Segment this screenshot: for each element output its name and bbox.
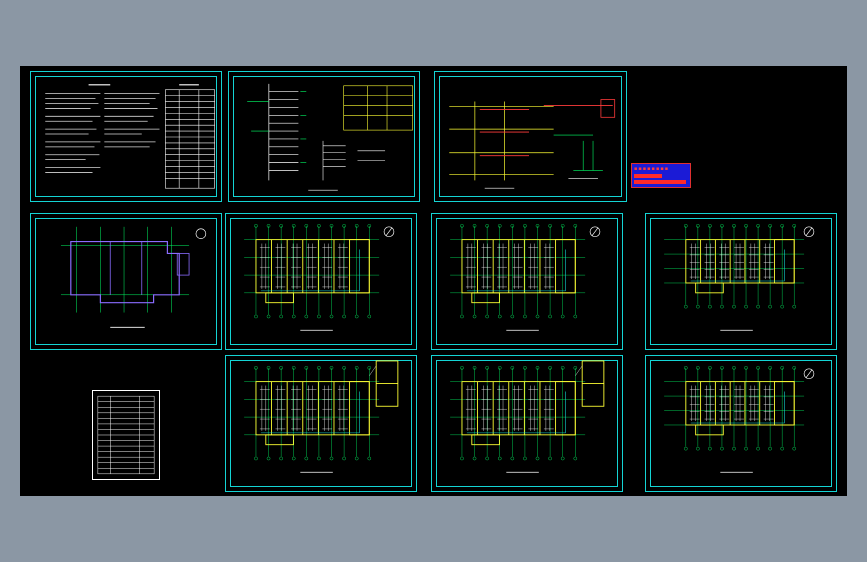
notes-drawing (45, 84, 215, 189)
plan-3-drawing (664, 224, 815, 331)
plan-6-drawing (664, 366, 815, 473)
sheet-plan-2[interactable] (431, 213, 623, 350)
riser-diagram-a (247, 83, 413, 191)
sheet-plan-overview[interactable] (30, 213, 222, 350)
stamp-text-line: ▪▪▪▪▪▪▪▪ (634, 166, 670, 172)
plan-4-drawing (244, 360, 399, 473)
legend-table-drawing (97, 395, 155, 475)
plan-1-drawing (244, 224, 395, 331)
sheet-plan-6[interactable] (645, 355, 837, 492)
stamp-bar-short (634, 174, 662, 178)
sheet-system-diagram-a[interactable] (228, 71, 420, 202)
seal-stamp-icon: ▪▪▪▪▪▪▪▪ (631, 163, 691, 188)
sheet-plan-1[interactable] (225, 213, 417, 350)
sheet-design-notes[interactable] (30, 71, 222, 202)
sheet-plan-4[interactable] (225, 355, 417, 492)
stamp-bar-long (634, 180, 686, 184)
riser-diagram-b (449, 99, 616, 189)
plan-2-drawing (450, 224, 601, 331)
sheet-system-diagram-b[interactable] (434, 71, 627, 202)
plan-5-drawing (450, 360, 605, 473)
sheet-plan-3[interactable] (645, 213, 837, 350)
plan-overview-drawing (60, 226, 207, 328)
sheet-legend-table[interactable] (92, 390, 160, 480)
cad-model-space[interactable]: ▪▪▪▪▪▪▪▪ (20, 66, 847, 496)
sheet-plan-5[interactable] (431, 355, 623, 492)
